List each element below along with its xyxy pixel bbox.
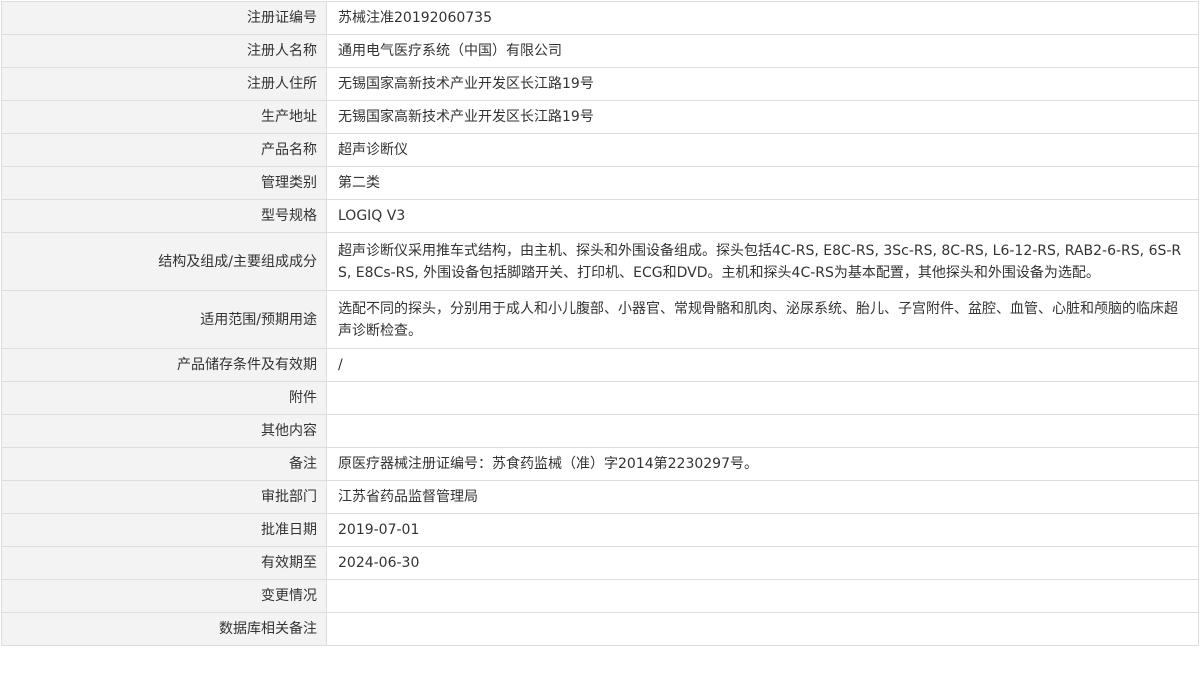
valid-until-label: 有效期至 — [1, 546, 327, 580]
row-registrant-address: 注册人住所 无锡国家高新技术产业开发区长江路19号 — [1, 67, 1199, 101]
row-registration-number: 注册证编号 苏械注准20192060735 — [1, 1, 1199, 35]
row-valid-until: 有效期至 2024-06-30 — [1, 546, 1199, 580]
attachments-value — [326, 381, 1199, 415]
intended-use-label: 适用范围/预期用途 — [1, 290, 327, 349]
remarks-label: 备注 — [1, 447, 327, 481]
registrant-name-value: 通用电气医疗系统（中国）有限公司 — [326, 34, 1199, 68]
structure-composition-label: 结构及组成/主要组成成分 — [1, 232, 327, 291]
remarks-value: 原医疗器械注册证编号：苏食药监械（准）字2014第2230297号。 — [326, 447, 1199, 481]
row-approval-date: 批准日期 2019-07-01 — [1, 513, 1199, 547]
row-product-name: 产品名称 超声诊断仪 — [1, 133, 1199, 167]
row-storage-validity: 产品储存条件及有效期 / — [1, 348, 1199, 382]
registration-number-value: 苏械注准20192060735 — [326, 1, 1199, 35]
registrant-address-value: 无锡国家高新技术产业开发区长江路19号 — [326, 67, 1199, 101]
approval-date-label: 批准日期 — [1, 513, 327, 547]
approval-department-value: 江苏省药品监督管理局 — [326, 480, 1199, 514]
registrant-address-label: 注册人住所 — [1, 67, 327, 101]
row-remarks: 备注 原医疗器械注册证编号：苏食药监械（准）字2014第2230297号。 — [1, 447, 1199, 481]
registrant-name-label: 注册人名称 — [1, 34, 327, 68]
other-content-value — [326, 414, 1199, 448]
model-spec-label: 型号规格 — [1, 199, 327, 233]
row-attachments: 附件 — [1, 381, 1199, 415]
row-change-history: 变更情况 — [1, 579, 1199, 613]
row-production-address: 生产地址 无锡国家高新技术产业开发区长江路19号 — [1, 100, 1199, 134]
product-name-value: 超声诊断仪 — [326, 133, 1199, 167]
row-model-spec: 型号规格 LOGIQ V3 — [1, 199, 1199, 233]
row-database-notes: 数据库相关备注 — [1, 612, 1199, 646]
change-history-label: 变更情况 — [1, 579, 327, 613]
approval-department-label: 审批部门 — [1, 480, 327, 514]
row-registrant-name: 注册人名称 通用电气医疗系统（中国）有限公司 — [1, 34, 1199, 68]
storage-validity-value: / — [326, 348, 1199, 382]
registration-record-page: 注册证编号 苏械注准20192060735 注册人名称 通用电气医疗系统（中国）… — [0, 0, 1200, 679]
storage-validity-label: 产品储存条件及有效期 — [1, 348, 327, 382]
management-category-value: 第二类 — [326, 166, 1199, 200]
valid-until-value: 2024-06-30 — [326, 546, 1199, 580]
database-notes-value — [326, 612, 1199, 646]
row-intended-use: 适用范围/预期用途 选配不同的探头，分别用于成人和小儿腹部、小器官、常规骨骼和肌… — [1, 290, 1199, 349]
other-content-label: 其他内容 — [1, 414, 327, 448]
product-name-label: 产品名称 — [1, 133, 327, 167]
row-other-content: 其他内容 — [1, 414, 1199, 448]
row-management-category: 管理类别 第二类 — [1, 166, 1199, 200]
model-spec-value: LOGIQ V3 — [326, 199, 1199, 233]
production-address-value: 无锡国家高新技术产业开发区长江路19号 — [326, 100, 1199, 134]
attachments-label: 附件 — [1, 381, 327, 415]
change-history-value — [326, 579, 1199, 613]
approval-date-value: 2019-07-01 — [326, 513, 1199, 547]
row-approval-department: 审批部门 江苏省药品监督管理局 — [1, 480, 1199, 514]
registration-number-label: 注册证编号 — [1, 1, 327, 35]
production-address-label: 生产地址 — [1, 100, 327, 134]
registration-record-table: 注册证编号 苏械注准20192060735 注册人名称 通用电气医疗系统（中国）… — [1, 1, 1199, 646]
management-category-label: 管理类别 — [1, 166, 327, 200]
structure-composition-value: 超声诊断仪采用推车式结构，由主机、探头和外围设备组成。探头包括4C-RS, E8… — [326, 232, 1199, 291]
database-notes-label: 数据库相关备注 — [1, 612, 327, 646]
intended-use-value: 选配不同的探头，分别用于成人和小儿腹部、小器官、常规骨骼和肌肉、泌尿系统、胎儿、… — [326, 290, 1199, 349]
row-structure-composition: 结构及组成/主要组成成分 超声诊断仪采用推车式结构，由主机、探头和外围设备组成。… — [1, 232, 1199, 291]
